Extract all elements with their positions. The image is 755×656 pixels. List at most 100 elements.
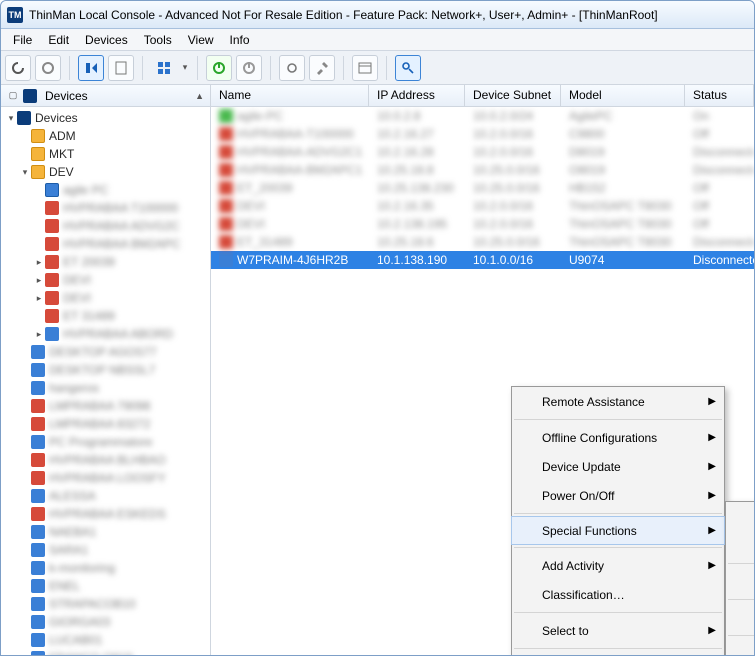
tree-item[interactable]: HVPRABAA ESKEDS — [49, 507, 166, 521]
ctx-add-activity[interactable]: Add Activity▶ — [512, 551, 724, 580]
device-icon — [31, 417, 45, 431]
table-row[interactable]: DEVI10.2.16.3510.2.0.0/16ThinOSAPC T8030… — [211, 197, 754, 215]
tree-item[interactable]: HVPRABAA T100000 — [63, 201, 178, 215]
tree-item[interactable]: GIORGA03 — [49, 615, 110, 629]
table-row[interactable]: ET_2003910.25.138.23010.25.0.0/16HB152Of… — [211, 179, 754, 197]
table-row[interactable]: agile-PC10.0.2.810.0.2.0/24AgilePCOn — [211, 107, 754, 125]
menu-edit[interactable]: Edit — [40, 31, 77, 49]
tree-item[interactable]: ALESSA — [49, 489, 96, 503]
tree-item[interactable]: LMPRABAA 79098 — [49, 399, 150, 413]
tree-item[interactable]: PC Programmatore — [49, 435, 152, 449]
refresh-icon[interactable] — [5, 55, 31, 81]
tree-item[interactable]: ET 31489 — [63, 309, 115, 323]
menu-devices[interactable]: Devices — [77, 31, 136, 49]
tree-item[interactable]: HVPRABAA BLHBAO — [49, 453, 166, 467]
table-row[interactable]: HVPRABAA-ADVG2C110.2.16.2810.2.0.0/16D80… — [211, 143, 754, 161]
device-icon — [45, 201, 59, 215]
tree-item[interactable]: LUCAB01 — [49, 633, 102, 647]
tree-item[interactable]: NAEBA1 — [49, 525, 96, 539]
search-user-icon[interactable] — [395, 55, 421, 81]
col-ip[interactable]: IP Address — [369, 85, 465, 106]
tree-item[interactable]: LMPRABAA 83272 — [49, 417, 150, 431]
tree-item[interactable]: DEVI — [63, 273, 91, 287]
chevron-right-icon: ▶ — [708, 525, 716, 536]
device-icon — [45, 219, 59, 233]
ctx-set-password[interactable]: Set Device Password — [726, 502, 754, 531]
tree-mkt[interactable]: MKT — [49, 147, 74, 161]
tree-item[interactable]: DESKTOP NBSSL7 — [49, 363, 155, 377]
table-row[interactable]: HVPRABAA-T10000010.2.16.2710.2.0.0/16C98… — [211, 125, 754, 143]
tree-item[interactable]: HVPRABAA ADVG2C — [63, 219, 180, 233]
ctx-offline-config[interactable]: Offline Configurations▶ — [512, 423, 724, 452]
cell-status: Disconnected — [685, 253, 754, 267]
ctx-select-to[interactable]: Select to▶ — [512, 616, 724, 645]
col-model[interactable]: Model — [561, 85, 685, 106]
tree-item[interactable]: STRAPACOB10 — [49, 597, 135, 611]
ctx-device-update[interactable]: Device Update▶ — [512, 452, 724, 481]
ctx-remote-assistance[interactable]: Remote Assistance▶ — [512, 387, 724, 416]
tree-item[interactable]: SARA1 — [49, 543, 88, 557]
tree-item[interactable]: agile PC — [63, 183, 108, 197]
tree-root[interactable]: Devices — [35, 111, 78, 125]
ctx-execute-commit[interactable]: Execute Commit — [726, 603, 754, 632]
col-name[interactable]: Name — [211, 85, 369, 106]
tree-item[interactable]: DESKTOP AGOS77 — [49, 345, 157, 359]
tree-item[interactable]: HVPRABAA BM2APC — [63, 237, 180, 251]
tree-dev[interactable]: DEV — [49, 165, 74, 179]
view-dropdown-icon[interactable]: ▾ — [181, 62, 189, 73]
ctx-classification[interactable]: Classification… — [512, 580, 724, 609]
stop-icon[interactable] — [35, 55, 61, 81]
ctx-special-functions[interactable]: Special Functions▶ — [511, 516, 725, 545]
col-status[interactable]: Status — [685, 85, 754, 106]
ctx-change-hostname[interactable]: Change Device Hostname — [726, 567, 754, 596]
device-icon — [31, 615, 45, 629]
sync-icon[interactable] — [279, 55, 305, 81]
tree-item[interactable]: hangeros — [49, 381, 99, 395]
doc-icon[interactable] — [108, 55, 134, 81]
device-icon — [45, 237, 59, 251]
table-row-selected[interactable]: W7PRAIM-4J6HR2B 10.1.138.190 10.1.0.0/16… — [211, 251, 754, 269]
tree-item[interactable]: ENEL — [49, 579, 80, 593]
window-title: ThinMan Local Console - Advanced Not For… — [29, 8, 658, 22]
grid-view-icon[interactable] — [151, 55, 177, 81]
context-submenu: Set Device Password Set ThinMan Server A… — [725, 501, 754, 655]
tree-adm[interactable]: ADM — [49, 129, 76, 143]
ctx-send-command[interactable]: Send Custom Command — [726, 639, 754, 655]
tree-body[interactable]: ▾Devices ADM MKT ▾DEV agile PC HVPRABAA … — [1, 107, 210, 655]
menu-view[interactable]: View — [180, 31, 222, 49]
chevron-right-icon: ▶ — [708, 625, 716, 636]
tree-item[interactable]: ET 20039 — [63, 255, 115, 269]
tree-item[interactable]: FRANCO Q819 — [49, 651, 132, 655]
tree-item[interactable]: k-monitoring — [49, 561, 115, 575]
toolbar: ▾ — [1, 51, 754, 85]
device-icon — [31, 561, 45, 575]
run-icon[interactable] — [78, 55, 104, 81]
power-icon[interactable] — [206, 55, 232, 81]
device-icon — [45, 309, 59, 323]
power-off-icon[interactable] — [236, 55, 262, 81]
tools-icon[interactable] — [309, 55, 335, 81]
collapse-icon[interactable]: ▢ — [7, 90, 19, 101]
tree-item[interactable]: HVPRABAA ABORD — [63, 327, 173, 341]
folder-icon — [31, 129, 45, 143]
table-row[interactable]: ET_3148910.25.18.610.25.0.0/16ThinOSAPC … — [211, 233, 754, 251]
grid-body[interactable]: agile-PC10.0.2.810.0.2.0/24AgilePCOn HVP… — [211, 107, 754, 655]
menu-file[interactable]: File — [5, 31, 40, 49]
cell-name: W7PRAIM-4J6HR2B — [237, 253, 348, 267]
ctx-power[interactable]: Power On/Off▶ — [512, 481, 724, 510]
table-row[interactable]: DEVI10.2.138.19510.2.0.0/16ThinOSAPC T80… — [211, 215, 754, 233]
folder-icon — [45, 183, 59, 197]
ctx-set-server[interactable]: Set ThinMan Server Address — [726, 531, 754, 560]
window-icon[interactable] — [352, 55, 378, 81]
device-icon — [31, 489, 45, 503]
ctx-move-to[interactable]: Move To… — [512, 652, 724, 655]
table-row[interactable]: HVPRABAA-BM2APC110.25.18.810.25.0.0/16O8… — [211, 161, 754, 179]
tree-scroll-up-icon[interactable]: ▲ — [195, 91, 204, 101]
col-subnet[interactable]: Device Subnet — [465, 85, 561, 106]
menu-tools[interactable]: Tools — [136, 31, 180, 49]
device-icon — [31, 507, 45, 521]
menu-info[interactable]: Info — [222, 31, 258, 49]
tree-item[interactable]: DEVI — [63, 291, 91, 305]
tree-item[interactable]: HVPRABAA LOOSFY — [49, 471, 166, 485]
folder-icon — [31, 147, 45, 161]
